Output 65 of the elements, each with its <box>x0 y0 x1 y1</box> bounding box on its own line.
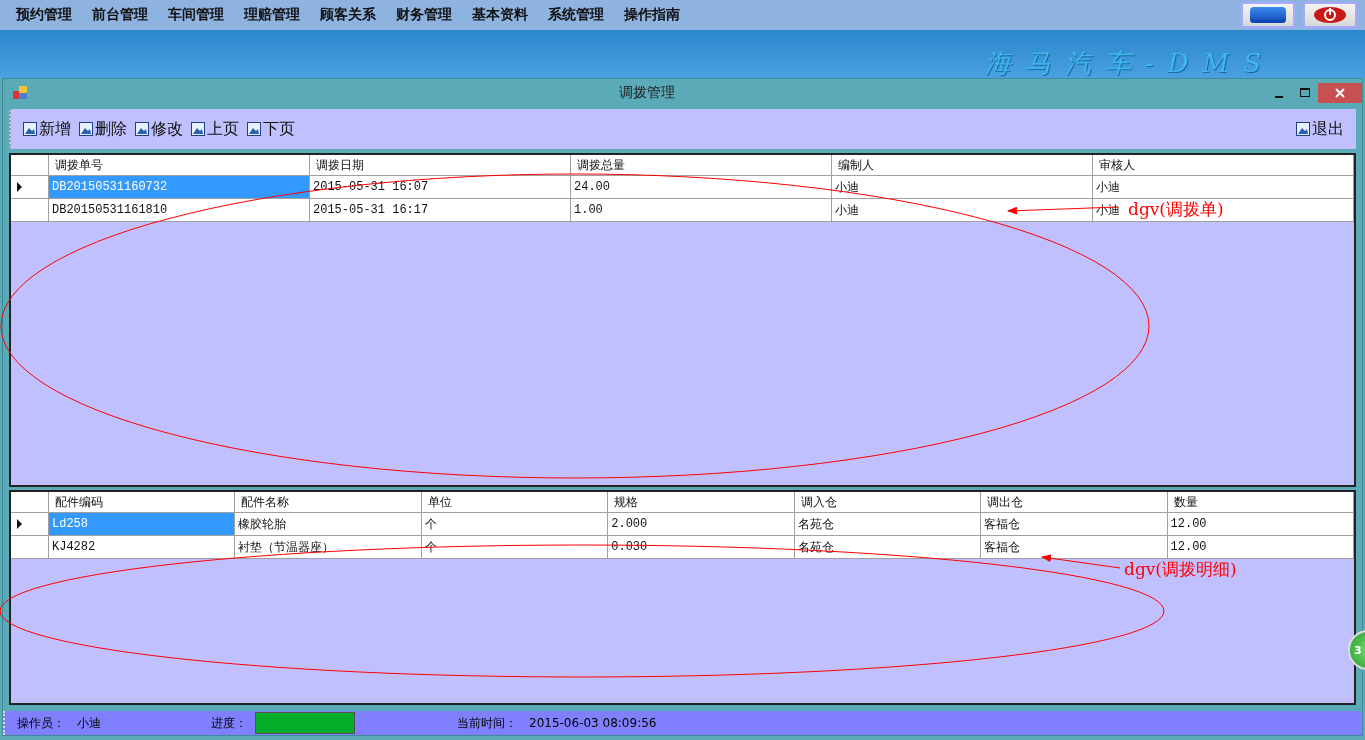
power-icon <box>1313 6 1347 24</box>
table-cell[interactable]: 个 <box>421 513 609 535</box>
close-button[interactable] <box>1318 82 1362 103</box>
image-icon <box>191 122 205 136</box>
image-icon <box>23 122 37 136</box>
menu-item[interactable]: 车间管理 <box>158 6 234 24</box>
column-header[interactable]: 调入仓 <box>794 492 982 512</box>
column-header[interactable]: 配件编码 <box>49 492 236 512</box>
menu-item[interactable]: 基本资料 <box>462 6 538 24</box>
app-icon <box>13 85 27 100</box>
table-cell[interactable]: 12.00 <box>1167 536 1354 558</box>
column-header[interactable]: 调拨日期 <box>310 155 571 175</box>
table-cell[interactable]: 客福仓 <box>981 536 1168 558</box>
table-cell[interactable]: KJ4282 <box>49 536 236 558</box>
column-header[interactable]: 调拨单号 <box>49 155 310 175</box>
annotation-label: dgv(调拨单) <box>1128 198 1224 221</box>
toolbar-button[interactable]: 上页 <box>187 118 243 140</box>
menu-item[interactable]: 财务管理 <box>386 6 462 24</box>
table-cell[interactable]: 客福仓 <box>981 513 1168 535</box>
image-icon <box>79 122 93 136</box>
column-header[interactable]: 规格 <box>608 492 795 512</box>
annotation-label: dgv(调拨明细) <box>1124 558 1237 581</box>
table-cell[interactable]: 2015-05-31 16:17 <box>310 199 571 221</box>
column-header[interactable]: 调出仓 <box>981 492 1168 512</box>
current-time: 2015-06-03 08:09:56 <box>529 716 657 730</box>
column-header[interactable]: 配件名称 <box>235 492 422 512</box>
table-cell[interactable]: 小迪 <box>832 199 1093 221</box>
table-cell[interactable]: 衬垫（节温器座） <box>235 536 422 558</box>
exit-button[interactable]: 退出 <box>1292 118 1348 140</box>
table-cell[interactable]: DB20150531161810 <box>49 199 310 221</box>
image-icon <box>135 122 149 136</box>
operator-label: 操作员： <box>17 714 65 732</box>
toolbar-button[interactable]: 新增 <box>19 118 75 140</box>
toolbar-button[interactable]: 删除 <box>75 118 131 140</box>
table-cell[interactable]: 12.00 <box>1167 513 1354 535</box>
menu-item[interactable]: 系统管理 <box>538 6 614 24</box>
toolbar-button[interactable]: 修改 <box>131 118 187 140</box>
table-cell[interactable]: 2.000 <box>608 513 795 535</box>
image-icon <box>1296 122 1310 136</box>
banner-title: 海马汽车-DMS <box>984 48 1275 78</box>
time-label: 当前时间： <box>457 714 517 732</box>
minimize-button[interactable] <box>1241 2 1295 28</box>
table-cell[interactable]: 名苑仓 <box>794 513 982 535</box>
close-icon <box>1335 87 1345 98</box>
menu-item[interactable]: 预约管理 <box>6 6 82 24</box>
image-icon <box>247 122 261 136</box>
column-header[interactable]: 单位 <box>421 492 609 512</box>
table-cell[interactable]: 小迪 <box>1093 176 1354 198</box>
table-cell[interactable]: 1.00 <box>571 199 832 221</box>
menu-item[interactable]: 操作指南 <box>614 6 690 24</box>
power-button[interactable] <box>1303 2 1357 28</box>
column-header[interactable]: 调拨总量 <box>571 155 832 175</box>
table-cell[interactable]: 橡胶轮胎 <box>235 513 422 535</box>
table-cell[interactable]: 24.00 <box>571 176 832 198</box>
toolbar-button[interactable]: 下页 <box>243 118 299 140</box>
menu-item[interactable]: 顾客关系 <box>310 6 386 24</box>
column-header[interactable]: 编制人 <box>832 155 1093 175</box>
progress-label: 进度： <box>211 714 247 732</box>
menu-item[interactable]: 理赔管理 <box>234 6 310 24</box>
menu-item[interactable]: 前台管理 <box>82 6 158 24</box>
table-cell[interactable]: 小迪 <box>832 176 1093 198</box>
operator-name: 小迪 <box>77 714 101 732</box>
column-header[interactable]: 数量 <box>1167 492 1354 512</box>
column-header[interactable]: 审核人 <box>1093 155 1354 175</box>
window-title: 调拨管理 <box>617 83 676 102</box>
